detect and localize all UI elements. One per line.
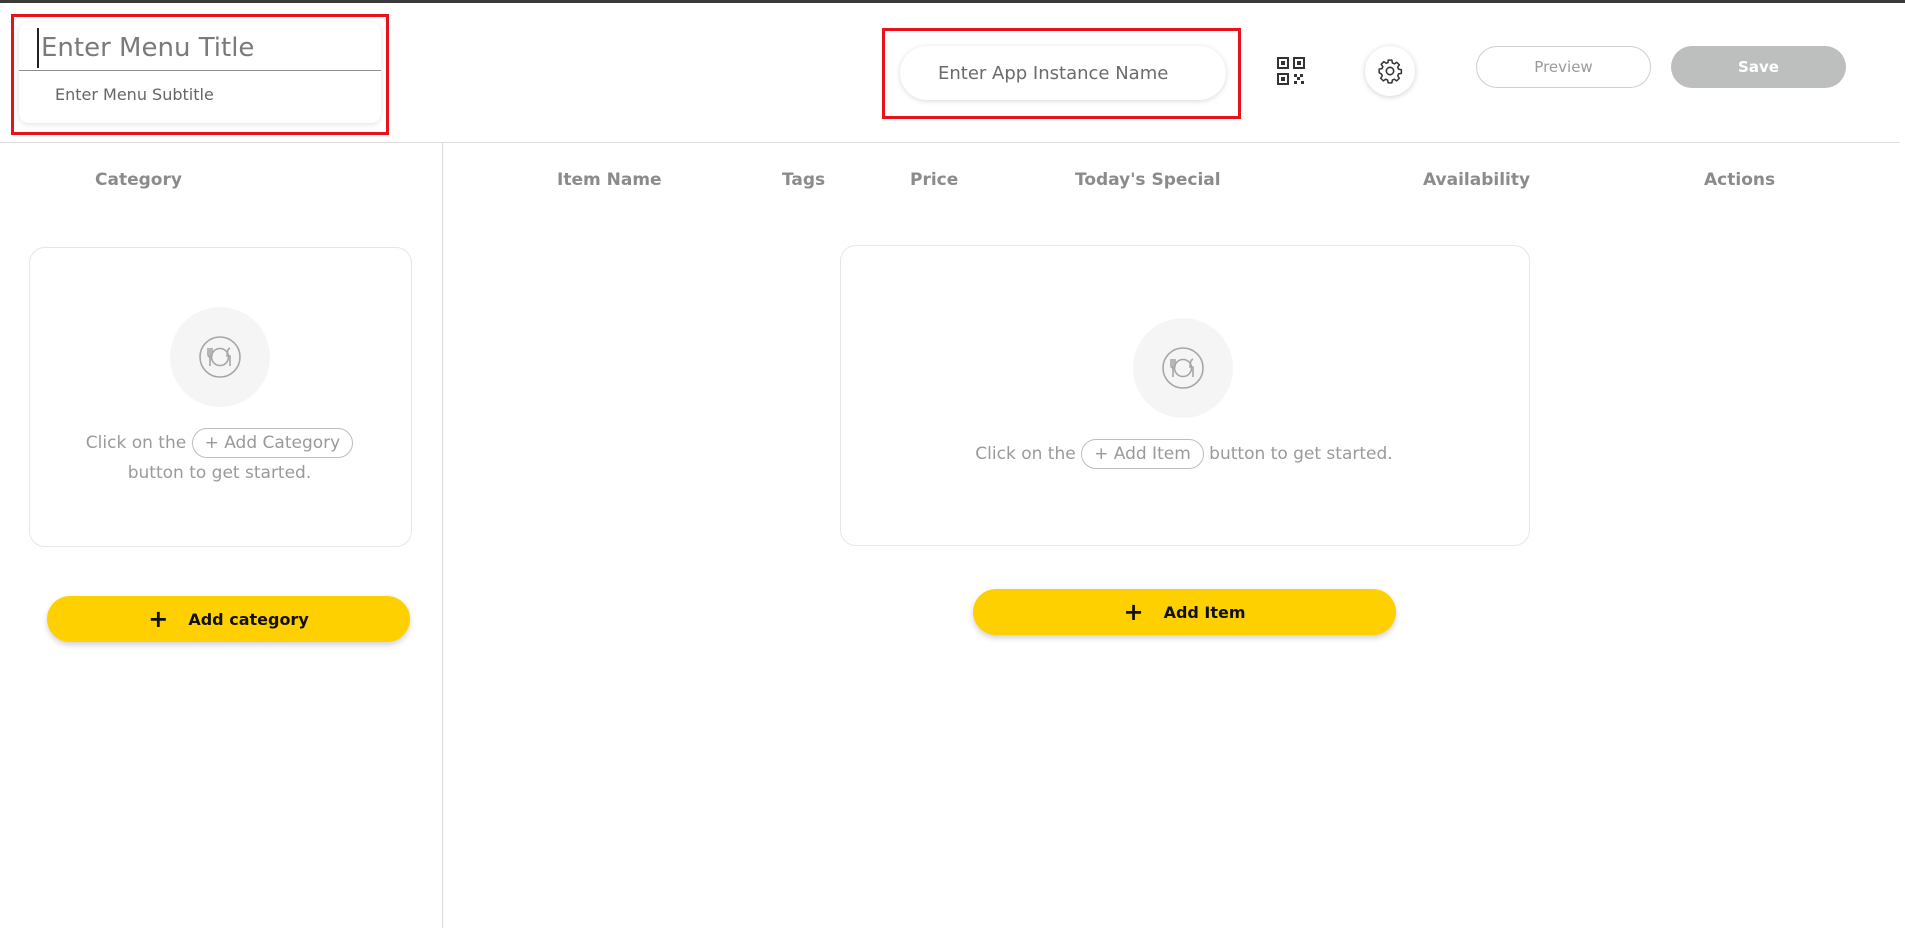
menu-subtitle-input[interactable] xyxy=(55,82,355,106)
plus-icon: + xyxy=(148,605,169,633)
gear-icon xyxy=(1378,59,1403,84)
column-header-actions: Actions xyxy=(1704,170,1776,190)
add-item-button[interactable]: + Add Item xyxy=(973,589,1396,635)
menu-title-divider xyxy=(19,70,381,71)
plus-icon: + xyxy=(1123,598,1144,626)
category-plate-badge xyxy=(170,307,270,407)
column-header-todays-special: Today's Special xyxy=(1075,170,1221,190)
column-header-availability: Availability xyxy=(1423,170,1531,190)
plate-cutlery-icon xyxy=(1162,347,1204,389)
items-empty-suffix: button to get started. xyxy=(1209,444,1393,464)
plate-cutlery-icon xyxy=(199,336,241,378)
add-category-inline-button[interactable]: + Add Category xyxy=(191,428,354,458)
add-item-inline-button[interactable]: + Add Item xyxy=(1081,439,1204,469)
qr-code-button[interactable] xyxy=(1276,56,1306,86)
category-empty-text: Click on the + Add Category button to ge… xyxy=(29,428,410,488)
column-header-tags: Tags xyxy=(782,170,826,190)
column-header-price: Price xyxy=(910,170,959,190)
add-category-label: Add category xyxy=(188,609,309,629)
panel-divider xyxy=(442,143,443,928)
category-heading: Category xyxy=(95,170,182,190)
add-category-button[interactable]: + Add category xyxy=(47,596,410,642)
category-empty-prefix: Click on the xyxy=(85,433,187,453)
category-empty-suffix: button to get started. xyxy=(127,463,312,483)
items-plate-badge xyxy=(1133,318,1233,418)
menu-title-input[interactable] xyxy=(37,28,361,68)
top-border xyxy=(0,0,1905,3)
items-empty-prefix: Click on the xyxy=(975,444,1076,464)
header-divider xyxy=(0,142,1900,143)
qr-code-icon xyxy=(1277,57,1305,85)
items-empty-text: Click on the + Add Item button to get st… xyxy=(840,439,1528,469)
column-header-item-name: Item Name xyxy=(557,170,662,190)
settings-button[interactable] xyxy=(1365,46,1415,96)
app-instance-name-input[interactable] xyxy=(900,46,1226,100)
save-button[interactable]: Save xyxy=(1671,46,1846,88)
add-item-label: Add Item xyxy=(1163,602,1246,622)
preview-button[interactable]: Preview xyxy=(1476,46,1651,88)
